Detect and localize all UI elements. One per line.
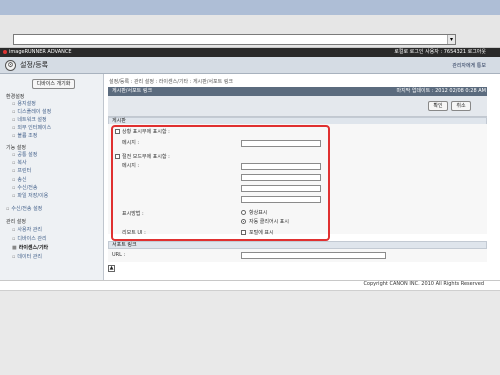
address-dropdown-icon[interactable]: ▾ <box>447 35 455 44</box>
sidebar-item-send[interactable]: ▫ 송신 <box>12 177 27 183</box>
top-arrow-icon[interactable]: ▲ <box>108 265 115 272</box>
breadcrumb: 설정/등록 : 관리 설정 : 라이센스/기타 : 게시판/서포트 링크 <box>109 79 234 85</box>
sidebar-item-network[interactable]: ▫ 네트워크 설정 <box>12 117 47 123</box>
support-section-title: 서포트 링크 <box>112 242 137 248</box>
support-section-bar <box>108 241 487 249</box>
sidebar-item-copy[interactable]: ▫ 복사 <box>12 160 27 166</box>
brand-logo-icon <box>3 50 7 54</box>
last-updated: 마지막 업데이트 : 2012 02/08 0:28 AM <box>396 88 486 94</box>
copyright: Copyright CANON INC. 2010 All Rights Res… <box>363 281 484 287</box>
address-bar[interactable] <box>13 34 456 45</box>
sidebar-item-device-mgmt[interactable]: ▫ 디바이스 관리 <box>12 236 47 242</box>
sidebar-item-printer[interactable]: ▫ 프린터 <box>12 168 31 174</box>
url-label: URL : <box>112 252 126 258</box>
sidebar-item-recv-forward[interactable]: ▫ 수신/전송 설정 <box>6 206 42 212</box>
browser-titlebar <box>0 0 500 15</box>
sidebar-item-display[interactable]: ▫ 디스플레이 설정 <box>12 109 51 115</box>
notify-admin-link[interactable]: 관리자에게 통보 <box>452 62 486 69</box>
settings-gear-icon: ⚙ <box>5 60 16 71</box>
sidebar-item-user-mgmt[interactable]: ▫ 사용자 관리 <box>12 227 42 233</box>
sidebar-section-admin: 관리 설정 <box>6 219 26 225</box>
brand-name: imageRUNNER ADVANCE <box>9 49 72 55</box>
sidebar-item-volume[interactable]: ▫ 볼륨 조정 <box>12 133 37 139</box>
sidebar-item-receive[interactable]: ▫ 수신/전송 <box>12 185 37 191</box>
sidebar-item-store[interactable]: ▫ 파일 저장/이용 <box>12 193 48 199</box>
sidebar-section-function: 기능 설정 <box>6 145 26 151</box>
highlight-box <box>111 125 330 241</box>
sidebar-item-common[interactable]: ▫ 공통 설정 <box>12 152 37 158</box>
sidebar-item-license[interactable]: ■ 라이센스/기타 <box>12 245 48 251</box>
url-input[interactable] <box>241 252 386 259</box>
browser-blank-area <box>0 290 500 375</box>
user-info[interactable]: 로컬로 로그인 사용자 : 7654321 로그아웃 <box>394 49 486 56</box>
device-reset-button[interactable]: 디바이스 개기화 <box>32 79 75 89</box>
sidebar-item-interface[interactable]: ▫ 외부 인터페이스 <box>12 125 51 131</box>
page-titlebar <box>0 57 500 74</box>
ok-button[interactable]: 확인 <box>428 101 448 111</box>
sidebar-section-env: 환경설정 <box>6 94 25 100</box>
sidebar-item-data-mgmt[interactable]: ▫ 데이터 관리 <box>12 254 42 260</box>
panel-title: 게시판/서포트 링크 <box>112 88 153 94</box>
page-title: 설정/등록 <box>20 61 49 69</box>
sidebar-item-paper[interactable]: ▫ 용지설정 <box>12 101 36 107</box>
cancel-button[interactable]: 취소 <box>451 101 471 111</box>
